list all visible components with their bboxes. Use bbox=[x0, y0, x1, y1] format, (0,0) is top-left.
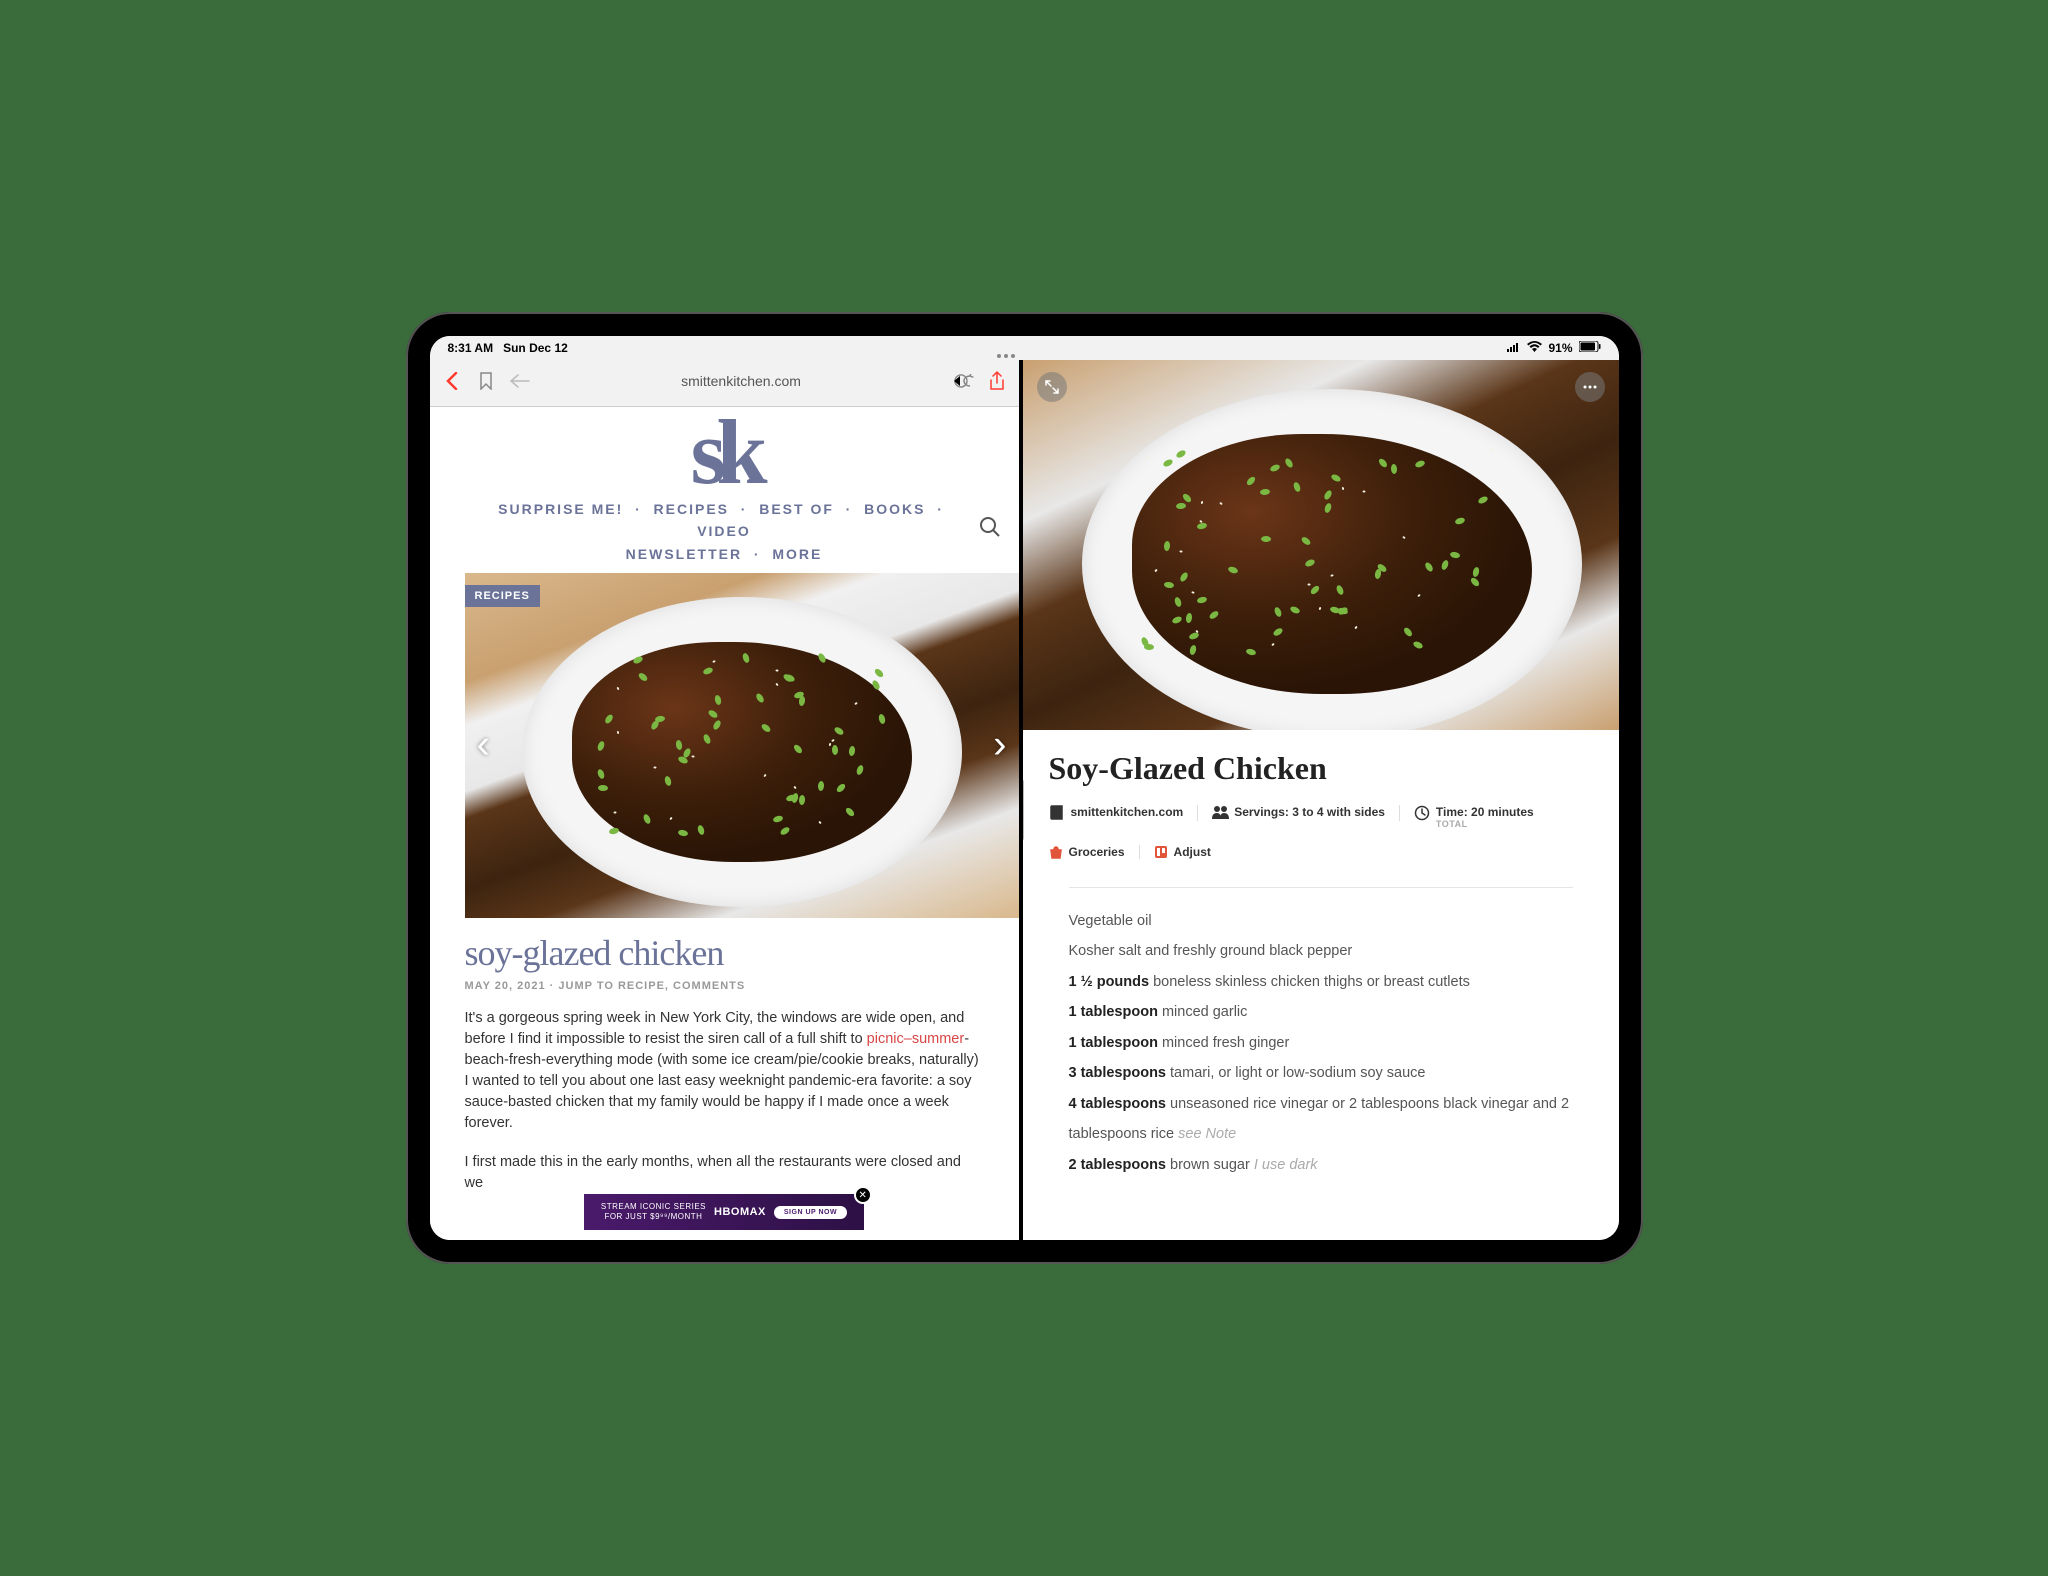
recipe-source[interactable]: smittenkitchen.com bbox=[1049, 805, 1199, 821]
ingredient-row[interactable]: 1 ½ pounds boneless skinless chicken thi… bbox=[1069, 967, 1573, 997]
expand-button[interactable] bbox=[1037, 372, 1067, 402]
url-bar[interactable]: smittenkitchen.com bbox=[542, 366, 941, 396]
status-right: 91% bbox=[1507, 341, 1600, 355]
nav-item[interactable]: BEST OF bbox=[759, 501, 834, 517]
ingredient-row[interactable]: 1 tablespoon minced garlic bbox=[1069, 997, 1573, 1027]
primary-nav: SURPRISE ME! · RECIPES · BEST OF · BOOKS… bbox=[430, 496, 1019, 569]
article-body: It's a gorgeous spring week in New York … bbox=[465, 1008, 984, 1134]
carousel-next[interactable]: › bbox=[993, 723, 1006, 768]
hero-carousel: RECIPES ‹ › bbox=[465, 573, 1019, 918]
ingredients-list: Vegetable oilKosher salt and freshly gro… bbox=[1049, 906, 1593, 1180]
recipe-time: Time: 20 minutes TOTAL bbox=[1414, 805, 1548, 829]
inline-link[interactable]: summer bbox=[912, 1031, 964, 1047]
banner-ad[interactable]: STREAM ICONIC SERIES FOR JUST $9⁹⁹/MONTH… bbox=[584, 1194, 864, 1230]
split-handle[interactable] bbox=[997, 354, 1015, 358]
more-button[interactable] bbox=[1575, 372, 1605, 402]
nav-item[interactable]: MORE bbox=[772, 546, 822, 562]
reader-button[interactable] bbox=[951, 369, 975, 393]
recipe-title: Soy-Glazed Chicken bbox=[1049, 750, 1593, 787]
cellular-icon bbox=[1507, 341, 1521, 355]
recipe-photo bbox=[1023, 360, 1619, 730]
nav-item[interactable]: RECIPES bbox=[654, 501, 729, 517]
nav-item[interactable]: SURPRISE ME! bbox=[498, 501, 623, 517]
battery-icon bbox=[1579, 341, 1601, 355]
clock-icon bbox=[1414, 805, 1430, 821]
nav-item[interactable]: VIDEO bbox=[697, 523, 751, 539]
people-icon bbox=[1212, 805, 1228, 821]
ingredient-row[interactable]: Kosher salt and freshly ground black pep… bbox=[1069, 936, 1573, 966]
adjust-button[interactable]: Adjust bbox=[1154, 845, 1225, 859]
ingredient-row[interactable]: 4 tablespoons unseasoned rice vinegar or… bbox=[1069, 1089, 1573, 1150]
recipe-servings: Servings: 3 to 4 with sides bbox=[1212, 805, 1400, 821]
article-body: I first made this in the early months, w… bbox=[465, 1152, 984, 1194]
comments-link[interactable]: COMMENTS bbox=[673, 980, 745, 992]
back-button[interactable] bbox=[440, 369, 464, 393]
search-icon[interactable] bbox=[979, 516, 1001, 538]
bookmarks-button[interactable] bbox=[474, 369, 498, 393]
safari-toolbar: smittenkitchen.com bbox=[430, 360, 1019, 407]
back-disabled bbox=[508, 369, 532, 393]
scroll-indicator bbox=[1023, 780, 1024, 840]
article-meta: MAY 20, 2021 · JUMP TO RECIPE, COMMENTS bbox=[465, 980, 984, 992]
bag-icon bbox=[1049, 845, 1063, 859]
nav-item[interactable]: BOOKS bbox=[864, 501, 925, 517]
article-title: soy-glazed chicken bbox=[465, 932, 984, 974]
inline-link[interactable]: picnic bbox=[867, 1031, 904, 1047]
ingredient-row[interactable]: 2 tablespoons brown sugar I use dark bbox=[1069, 1150, 1573, 1180]
category-tag[interactable]: RECIPES bbox=[465, 585, 540, 607]
ingredient-row[interactable]: 1 tablespoon minced fresh ginger bbox=[1069, 1028, 1573, 1058]
adjust-icon bbox=[1154, 845, 1168, 859]
close-ad-icon[interactable]: ✕ bbox=[854, 1186, 872, 1204]
status-date: Sun Dec 12 bbox=[503, 341, 568, 355]
book-icon bbox=[1049, 805, 1065, 821]
share-button[interactable] bbox=[985, 369, 1009, 393]
status-left: 8:31 AM Sun Dec 12 bbox=[448, 341, 568, 355]
site-logo[interactable]: sk bbox=[430, 407, 1019, 496]
battery-percent: 91% bbox=[1548, 341, 1572, 355]
carousel-prev[interactable]: ‹ bbox=[477, 723, 490, 768]
jump-to-recipe[interactable]: JUMP TO RECIPE bbox=[558, 980, 665, 992]
groceries-button[interactable]: Groceries bbox=[1049, 845, 1140, 859]
status-time: 8:31 AM bbox=[448, 341, 494, 355]
wifi-icon bbox=[1527, 341, 1542, 355]
nav-item[interactable]: NEWSLETTER bbox=[626, 546, 742, 562]
ingredient-row[interactable]: 3 tablespoons tamari, or light or low-so… bbox=[1069, 1058, 1573, 1088]
food-photo bbox=[522, 597, 962, 907]
ingredient-row[interactable]: Vegetable oil bbox=[1069, 906, 1573, 936]
